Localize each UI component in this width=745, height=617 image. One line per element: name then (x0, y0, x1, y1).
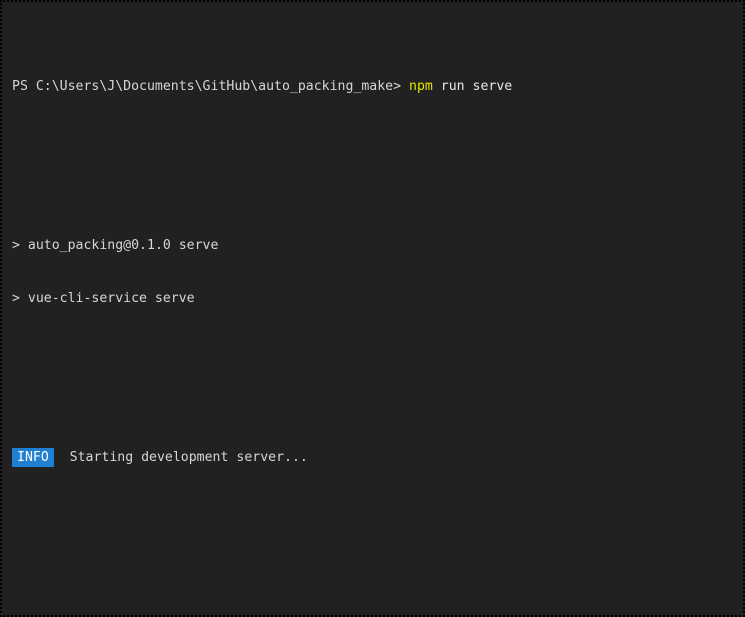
npm-script-header-line: > auto_packing@0.1.0 serve (12, 237, 735, 255)
prompt-path: C:\Users\J\Documents\GitHub\auto_packing… (35, 79, 394, 95)
prompt-command-program: npm (409, 79, 433, 95)
info-badge: INFO (12, 447, 54, 468)
prompt-command-args: run serve (432, 79, 513, 95)
npm-script-header-text: > auto_packing@0.1.0 serve (12, 237, 219, 253)
prompt-prefix: PS (12, 79, 36, 95)
info-message: Starting development server... (53, 449, 308, 465)
terminal-output[interactable]: PS C:\Users\J\Documents\GitHub\auto_pack… (12, 8, 735, 615)
prompt-line: PS C:\Users\J\Documents\GitHub\auto_pack… (12, 78, 735, 96)
npm-script-command-line: > vue-cli-service serve (12, 290, 735, 308)
npm-script-command-text: > vue-cli-service serve (12, 290, 195, 306)
info-line: INFO Starting development server... (12, 447, 735, 468)
terminal-window[interactable]: PS C:\Users\J\Documents\GitHub\auto_pack… (0, 0, 745, 617)
prompt-caret: > (393, 79, 409, 95)
